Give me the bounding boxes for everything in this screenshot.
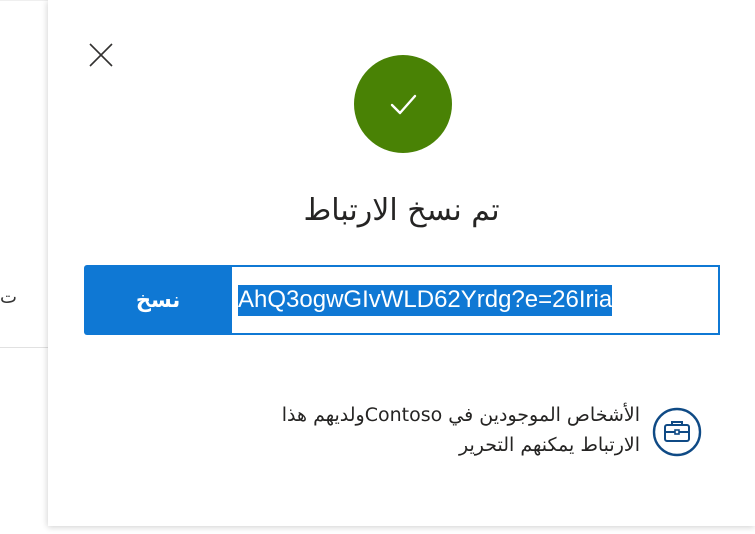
link-copied-dialog: تم نسخ الارتباط نسخ AhQ3ogwGIvWLD62Yrdg?… — [48, 0, 755, 526]
background-divider — [0, 347, 48, 348]
link-text-selected: AhQ3ogwGIvWLD62Yrdg?e=26Iria — [238, 284, 613, 316]
checkmark-icon — [390, 94, 417, 115]
permission-line-1: الأشخاص الموجودين في Contosoولديهم هذا — [281, 404, 640, 426]
link-input[interactable]: AhQ3ogwGIvWLD62Yrdg?e=26Iria — [230, 265, 720, 335]
background-text-fragment: ت — [0, 287, 17, 308]
permission-info: الأشخاص الموجودين في Contosoولديهم هذا ا… — [136, 400, 716, 480]
permission-line-2: الارتباط يمكنهم التحرير — [459, 434, 640, 456]
permission-icon-wrapper[interactable] — [651, 406, 703, 458]
close-icon — [89, 43, 113, 67]
copy-button[interactable]: نسخ — [84, 265, 232, 335]
success-badge — [354, 55, 452, 153]
close-button[interactable] — [84, 38, 118, 72]
dialog-title: تم نسخ الارتباط — [303, 193, 500, 228]
permission-text: الأشخاص الموجودين في Contosoولديهم هذا ا… — [120, 400, 640, 460]
briefcase-icon — [652, 407, 702, 457]
